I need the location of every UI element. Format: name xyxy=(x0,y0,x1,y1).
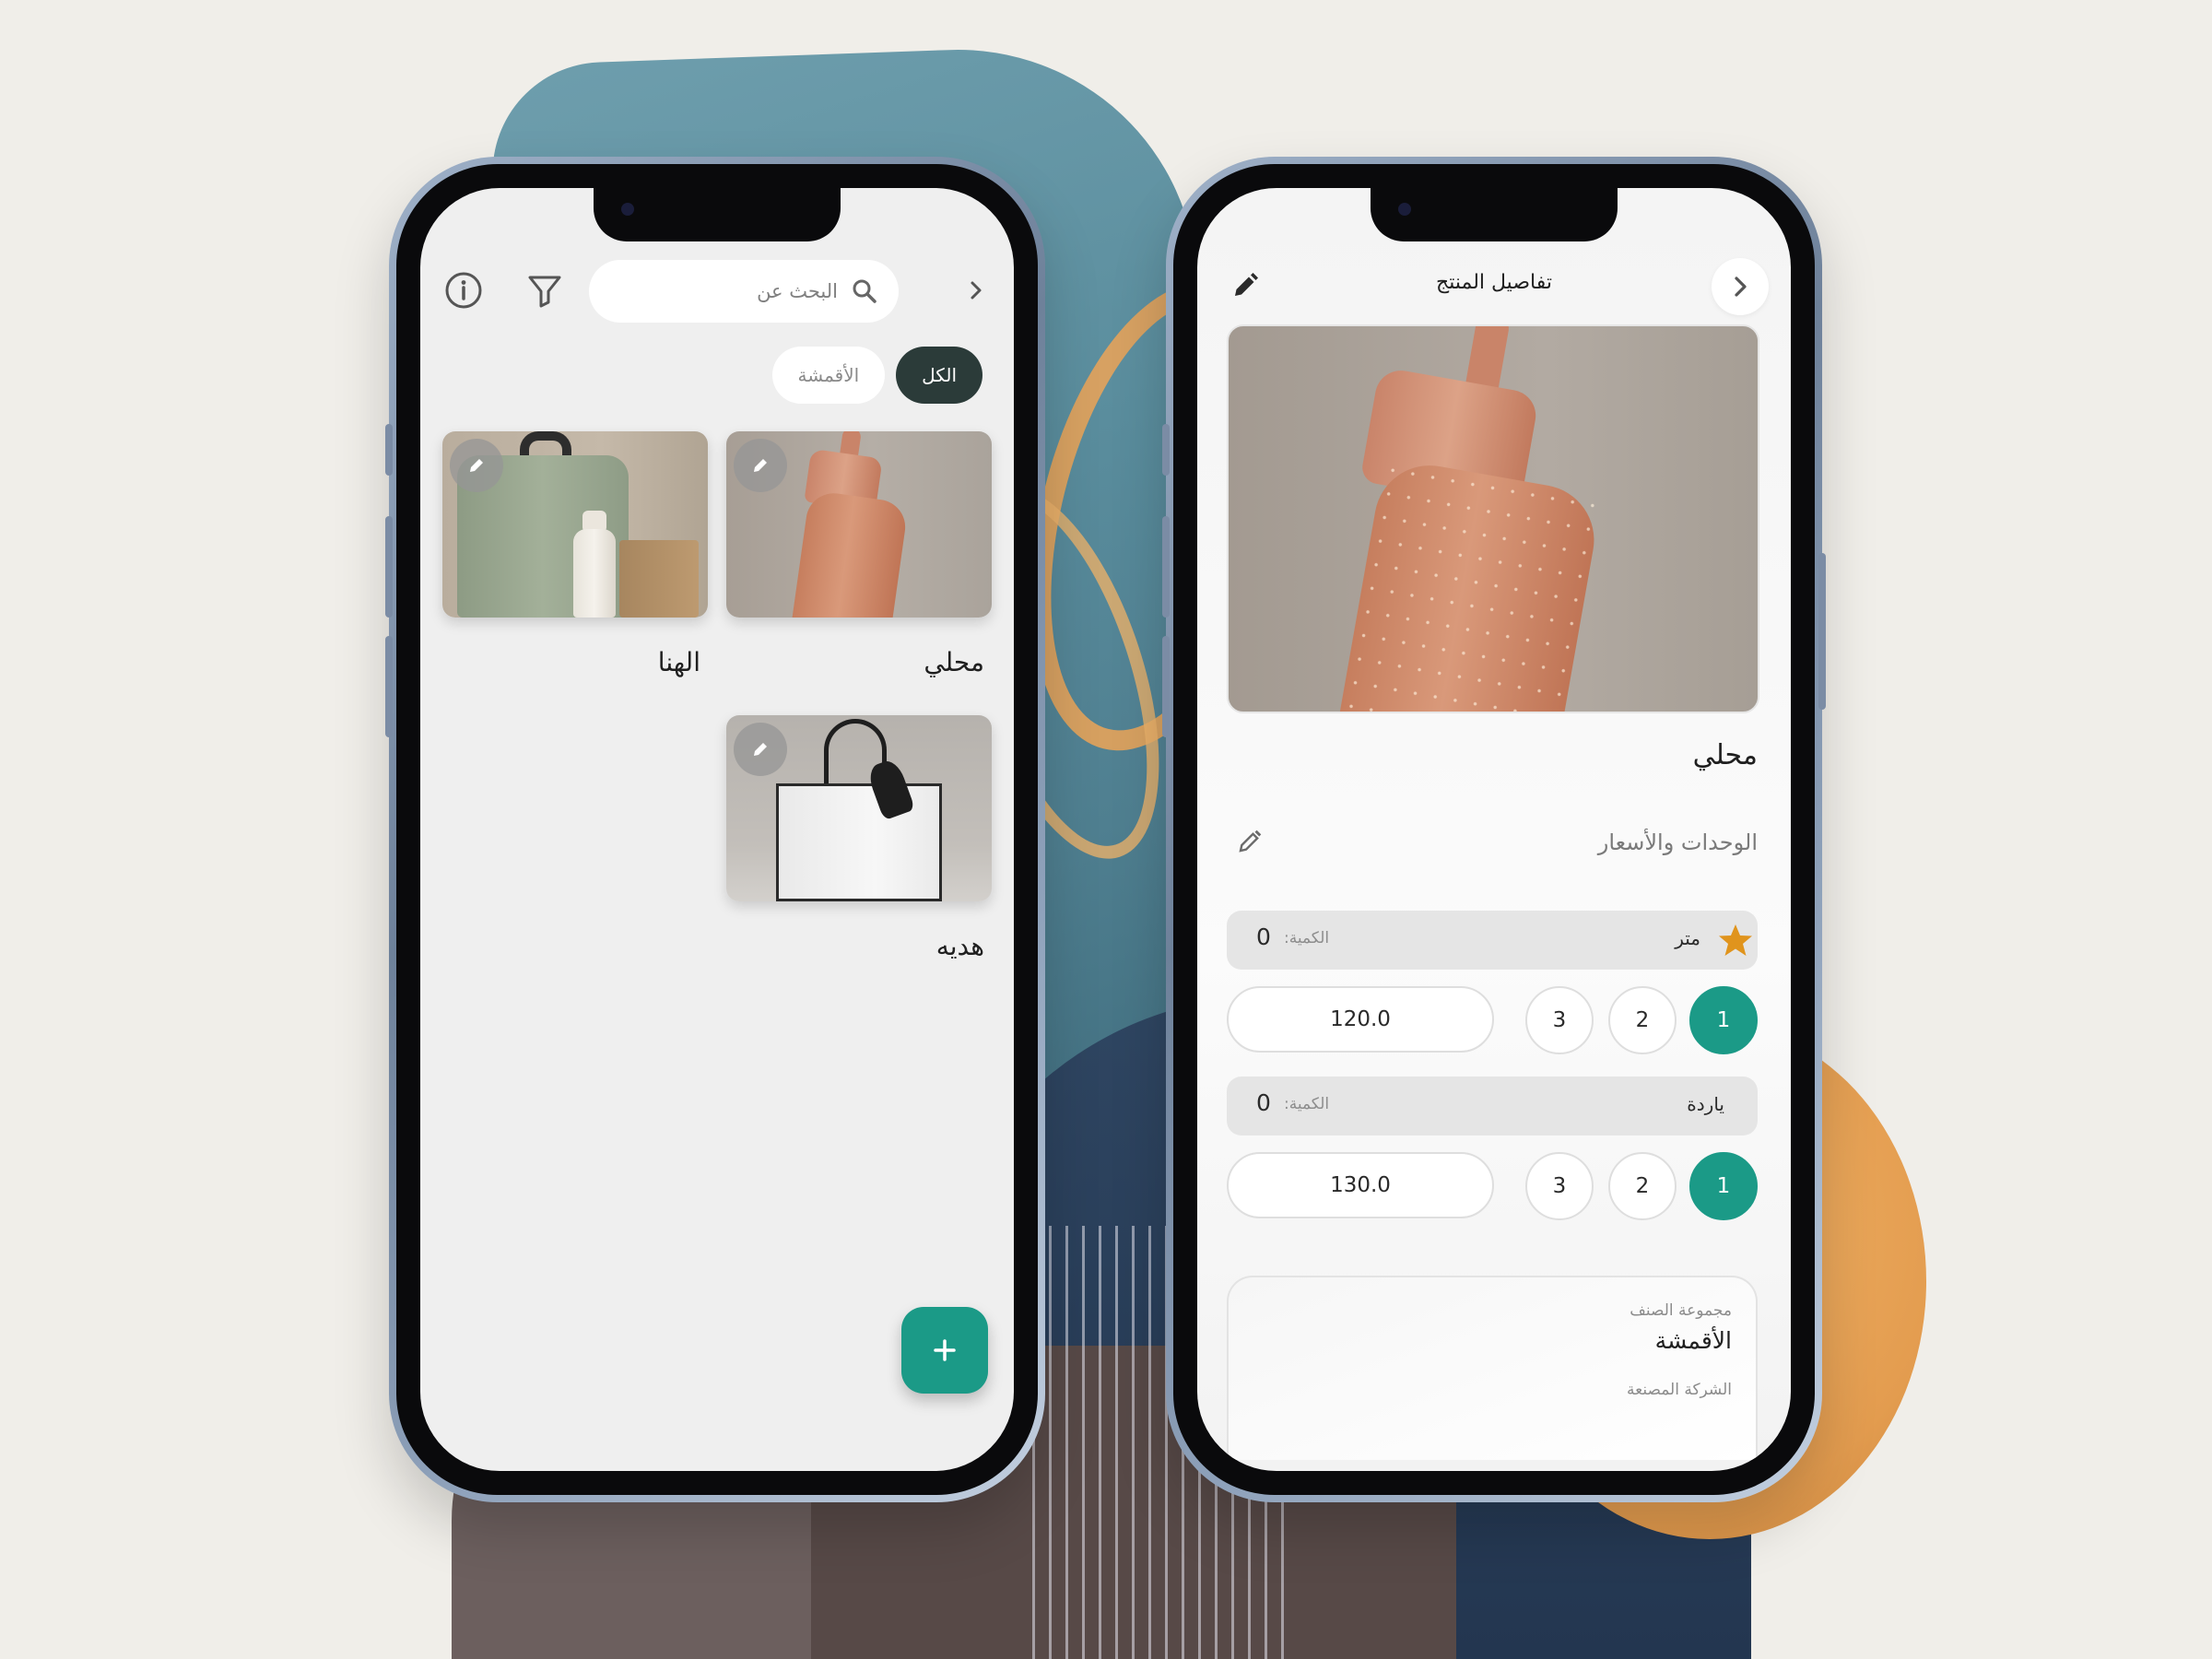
search-field[interactable] xyxy=(653,280,838,302)
notch xyxy=(594,188,841,241)
units-section-header: الوحدات والأسعار xyxy=(1227,824,1758,865)
product-name: محلي xyxy=(924,647,984,677)
phone-right: تفاصيل المنتج محلي الوحدات والأسعار متر … xyxy=(1162,157,1826,1502)
price-level-3-button[interactable]: 3 xyxy=(1525,1152,1594,1220)
side-button xyxy=(385,424,393,476)
chevron-right-icon xyxy=(1735,276,1747,297)
notebook xyxy=(619,540,699,618)
side-button xyxy=(385,516,393,618)
product-info-card: مجموعة الصنف الأقمشة الشركة المصنعة xyxy=(1227,1276,1758,1460)
pencil-icon[interactable] xyxy=(1236,828,1264,859)
search-input[interactable] xyxy=(589,260,899,323)
unit-row[interactable]: ياردة الكمية: 0 xyxy=(1227,1077,1758,1135)
price-level-2-button[interactable]: 2 xyxy=(1608,986,1677,1054)
bottle-body xyxy=(786,489,910,618)
pencil-icon[interactable] xyxy=(450,439,503,492)
page-title: تفاصيل المنتج xyxy=(1436,271,1552,294)
products-screen: الكل الأقمشة محلي xyxy=(420,188,1014,1471)
unit-row[interactable]: متر الكمية: 0 xyxy=(1227,911,1758,970)
background-art xyxy=(0,0,2212,1659)
phone-bezel: الكل الأقمشة محلي xyxy=(396,164,1038,1495)
search-icon xyxy=(853,279,877,303)
details-header: تفاصيل المنتج xyxy=(1197,258,1791,317)
product-hero-image xyxy=(1227,324,1759,713)
unit-name: ياردة xyxy=(1687,1093,1724,1115)
chevron-right-icon[interactable] xyxy=(951,265,1001,315)
category-chips: الكل الأقمشة xyxy=(771,347,982,404)
add-product-button[interactable] xyxy=(901,1307,988,1394)
side-button xyxy=(385,636,393,737)
notch xyxy=(1371,188,1618,241)
camera xyxy=(621,203,634,216)
product-name: الهنا xyxy=(657,647,700,677)
info-icon[interactable] xyxy=(439,265,488,315)
product-card[interactable]: الهنا xyxy=(442,431,708,677)
product-card[interactable]: هديه xyxy=(726,715,992,961)
product-title: محلي xyxy=(1692,739,1758,771)
group-label: مجموعة الصنف xyxy=(1630,1301,1732,1320)
price-level-1-button[interactable]: 1 xyxy=(1689,986,1758,1054)
side-button xyxy=(1162,424,1170,476)
pencil-icon[interactable] xyxy=(734,723,787,776)
quantity-label: الكمية: xyxy=(1284,929,1330,947)
quantity-value: 0 xyxy=(1256,924,1271,950)
side-button xyxy=(1162,636,1170,737)
back-button[interactable] xyxy=(1712,258,1769,315)
quantity-label: الكمية: xyxy=(1284,1095,1330,1113)
quantity-value: 0 xyxy=(1256,1089,1271,1116)
price-row: 130.0 3 2 1 xyxy=(1227,1152,1758,1222)
plus-icon xyxy=(934,1339,956,1361)
side-button xyxy=(1162,516,1170,618)
phone-bezel: تفاصيل المنتج محلي الوحدات والأسعار متر … xyxy=(1173,164,1815,1495)
product-image xyxy=(726,715,992,901)
units-section-label: الوحدات والأسعار xyxy=(1597,830,1758,855)
bottle-body xyxy=(573,529,616,618)
gift-bag xyxy=(776,783,942,901)
price-field[interactable]: 120.0 xyxy=(1227,986,1494,1053)
phone-left: الكل الأقمشة محلي xyxy=(385,157,1045,1502)
pencil-icon[interactable] xyxy=(734,439,787,492)
camera xyxy=(1398,203,1411,216)
price-level-3-button[interactable]: 3 xyxy=(1525,986,1594,1054)
product-image xyxy=(442,431,708,618)
product-details-screen: تفاصيل المنتج محلي الوحدات والأسعار متر … xyxy=(1197,188,1791,1471)
speckle-texture xyxy=(1334,456,1603,712)
product-name: هديه xyxy=(935,931,984,961)
chip-fabrics[interactable]: الأقمشة xyxy=(771,347,886,404)
price-level-2-button[interactable]: 2 xyxy=(1608,1152,1677,1220)
price-row: 120.0 3 2 1 xyxy=(1227,986,1758,1056)
chip-all[interactable]: الكل xyxy=(896,347,982,404)
group-value: الأقمشة xyxy=(1654,1327,1732,1354)
star-icon[interactable] xyxy=(1717,922,1754,962)
product-image xyxy=(726,431,992,618)
side-button xyxy=(1818,553,1826,710)
manufacturer-label: الشركة المصنعة xyxy=(1627,1381,1732,1399)
bottle-body xyxy=(1334,456,1603,712)
price-level-1-button[interactable]: 1 xyxy=(1689,1152,1758,1220)
top-bar xyxy=(420,260,1014,324)
product-card[interactable]: محلي xyxy=(726,431,992,677)
price-field[interactable]: 130.0 xyxy=(1227,1152,1494,1218)
filter-icon[interactable] xyxy=(520,265,570,315)
unit-name: متر xyxy=(1675,927,1700,949)
